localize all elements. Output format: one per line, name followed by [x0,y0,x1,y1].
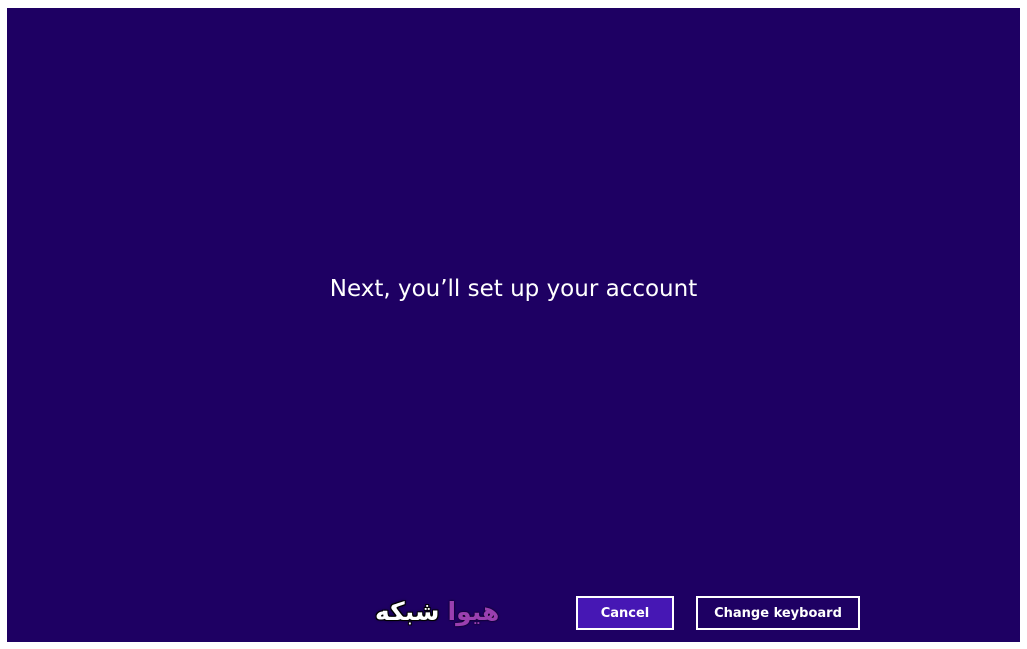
watermark-logo: هیوا شبکه [375,597,499,627]
footer-bar: هیوا شبکه Cancel Change keyboard [7,594,1020,630]
change-keyboard-button[interactable]: Change keyboard [696,596,860,630]
cancel-button[interactable]: Cancel [576,596,674,630]
watermark-text-part2: شبکه [375,597,440,626]
page-title: Next, you’ll set up your account [329,276,698,302]
watermark-text-part1: هیوا [447,597,500,626]
setup-screen: Next, you’ll set up your account هیوا شب… [7,8,1020,642]
